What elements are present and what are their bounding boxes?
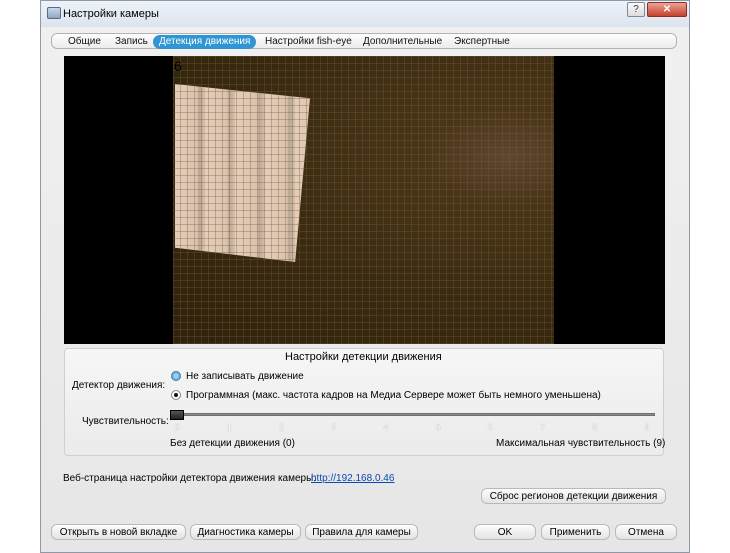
radio-software[interactable]: [171, 390, 181, 400]
min-sensitivity-label: Без детекции движения (0): [170, 438, 295, 449]
apply-button[interactable]: Применить: [541, 524, 610, 540]
sensitivity-tick: 1: [226, 422, 232, 432]
sensitivity-tick: 7: [540, 422, 546, 432]
sensitivity-slider-track[interactable]: [174, 413, 655, 416]
camera-number-label: 6: [174, 58, 182, 74]
motion-settings-title: Настройки детекции движения: [285, 351, 442, 363]
sensitivity-tick: 4: [383, 422, 389, 432]
tab-fisheye-settings[interactable]: Настройки fish-eye: [259, 35, 358, 49]
help-button[interactable]: ?: [627, 2, 645, 17]
tab-motion-detection[interactable]: Детекция движения: [153, 35, 257, 49]
title-bar: Настройки камеры ? ✕: [41, 1, 689, 27]
camera-scene: [173, 56, 554, 344]
sensitivity-tick: 6: [487, 422, 493, 432]
web-page-label: Веб-страница настройки детектора движени…: [63, 473, 317, 484]
tab-expert[interactable]: Экспертные: [448, 35, 516, 49]
sensitivity-tick: 3: [331, 422, 337, 432]
tab-recording[interactable]: Запись: [109, 35, 154, 49]
ok-button[interactable]: OK: [474, 524, 536, 540]
max-sensitivity-label: Максимальная чувствительность (9): [496, 438, 666, 449]
sensitivity-slider-thumb[interactable]: [170, 410, 184, 420]
sensitivity-tick: 5: [435, 422, 441, 432]
sensitivity-tick: 9: [644, 422, 650, 432]
detector-label: Детектор движения:: [72, 380, 166, 391]
tab-additional[interactable]: Дополнительные: [357, 35, 448, 49]
close-button[interactable]: ✕: [647, 2, 687, 17]
cancel-button[interactable]: Отмена: [615, 524, 677, 540]
reset-regions-button[interactable]: Сброс регионов детекции движения: [481, 488, 666, 504]
camera-rules-button[interactable]: Правила для камеры: [305, 524, 418, 540]
camera-app-icon: [47, 7, 61, 19]
radio-no-record[interactable]: [171, 371, 181, 381]
sensitivity-label: Чувствительность:: [82, 416, 169, 427]
tab-general[interactable]: Общие: [62, 35, 107, 49]
radio-no-record-label[interactable]: Не записывать движение: [186, 371, 304, 382]
camera-video-preview[interactable]: 6: [64, 56, 665, 344]
sensitivity-tick: 2: [278, 422, 284, 432]
open-new-tab-button[interactable]: Открыть в новой вкладке: [51, 524, 186, 540]
window-title: Настройки камеры: [63, 8, 159, 20]
motion-detection-grid[interactable]: [173, 56, 554, 344]
radio-software-label[interactable]: Программная (макс. частота кадров на Мед…: [186, 390, 601, 401]
sensitivity-tick: 8: [592, 422, 598, 432]
camera-diagnostics-button[interactable]: Диагностика камеры: [190, 524, 301, 540]
web-page-link[interactable]: http://192.168.0.46: [311, 473, 394, 484]
sensitivity-tick: 0: [174, 422, 180, 432]
